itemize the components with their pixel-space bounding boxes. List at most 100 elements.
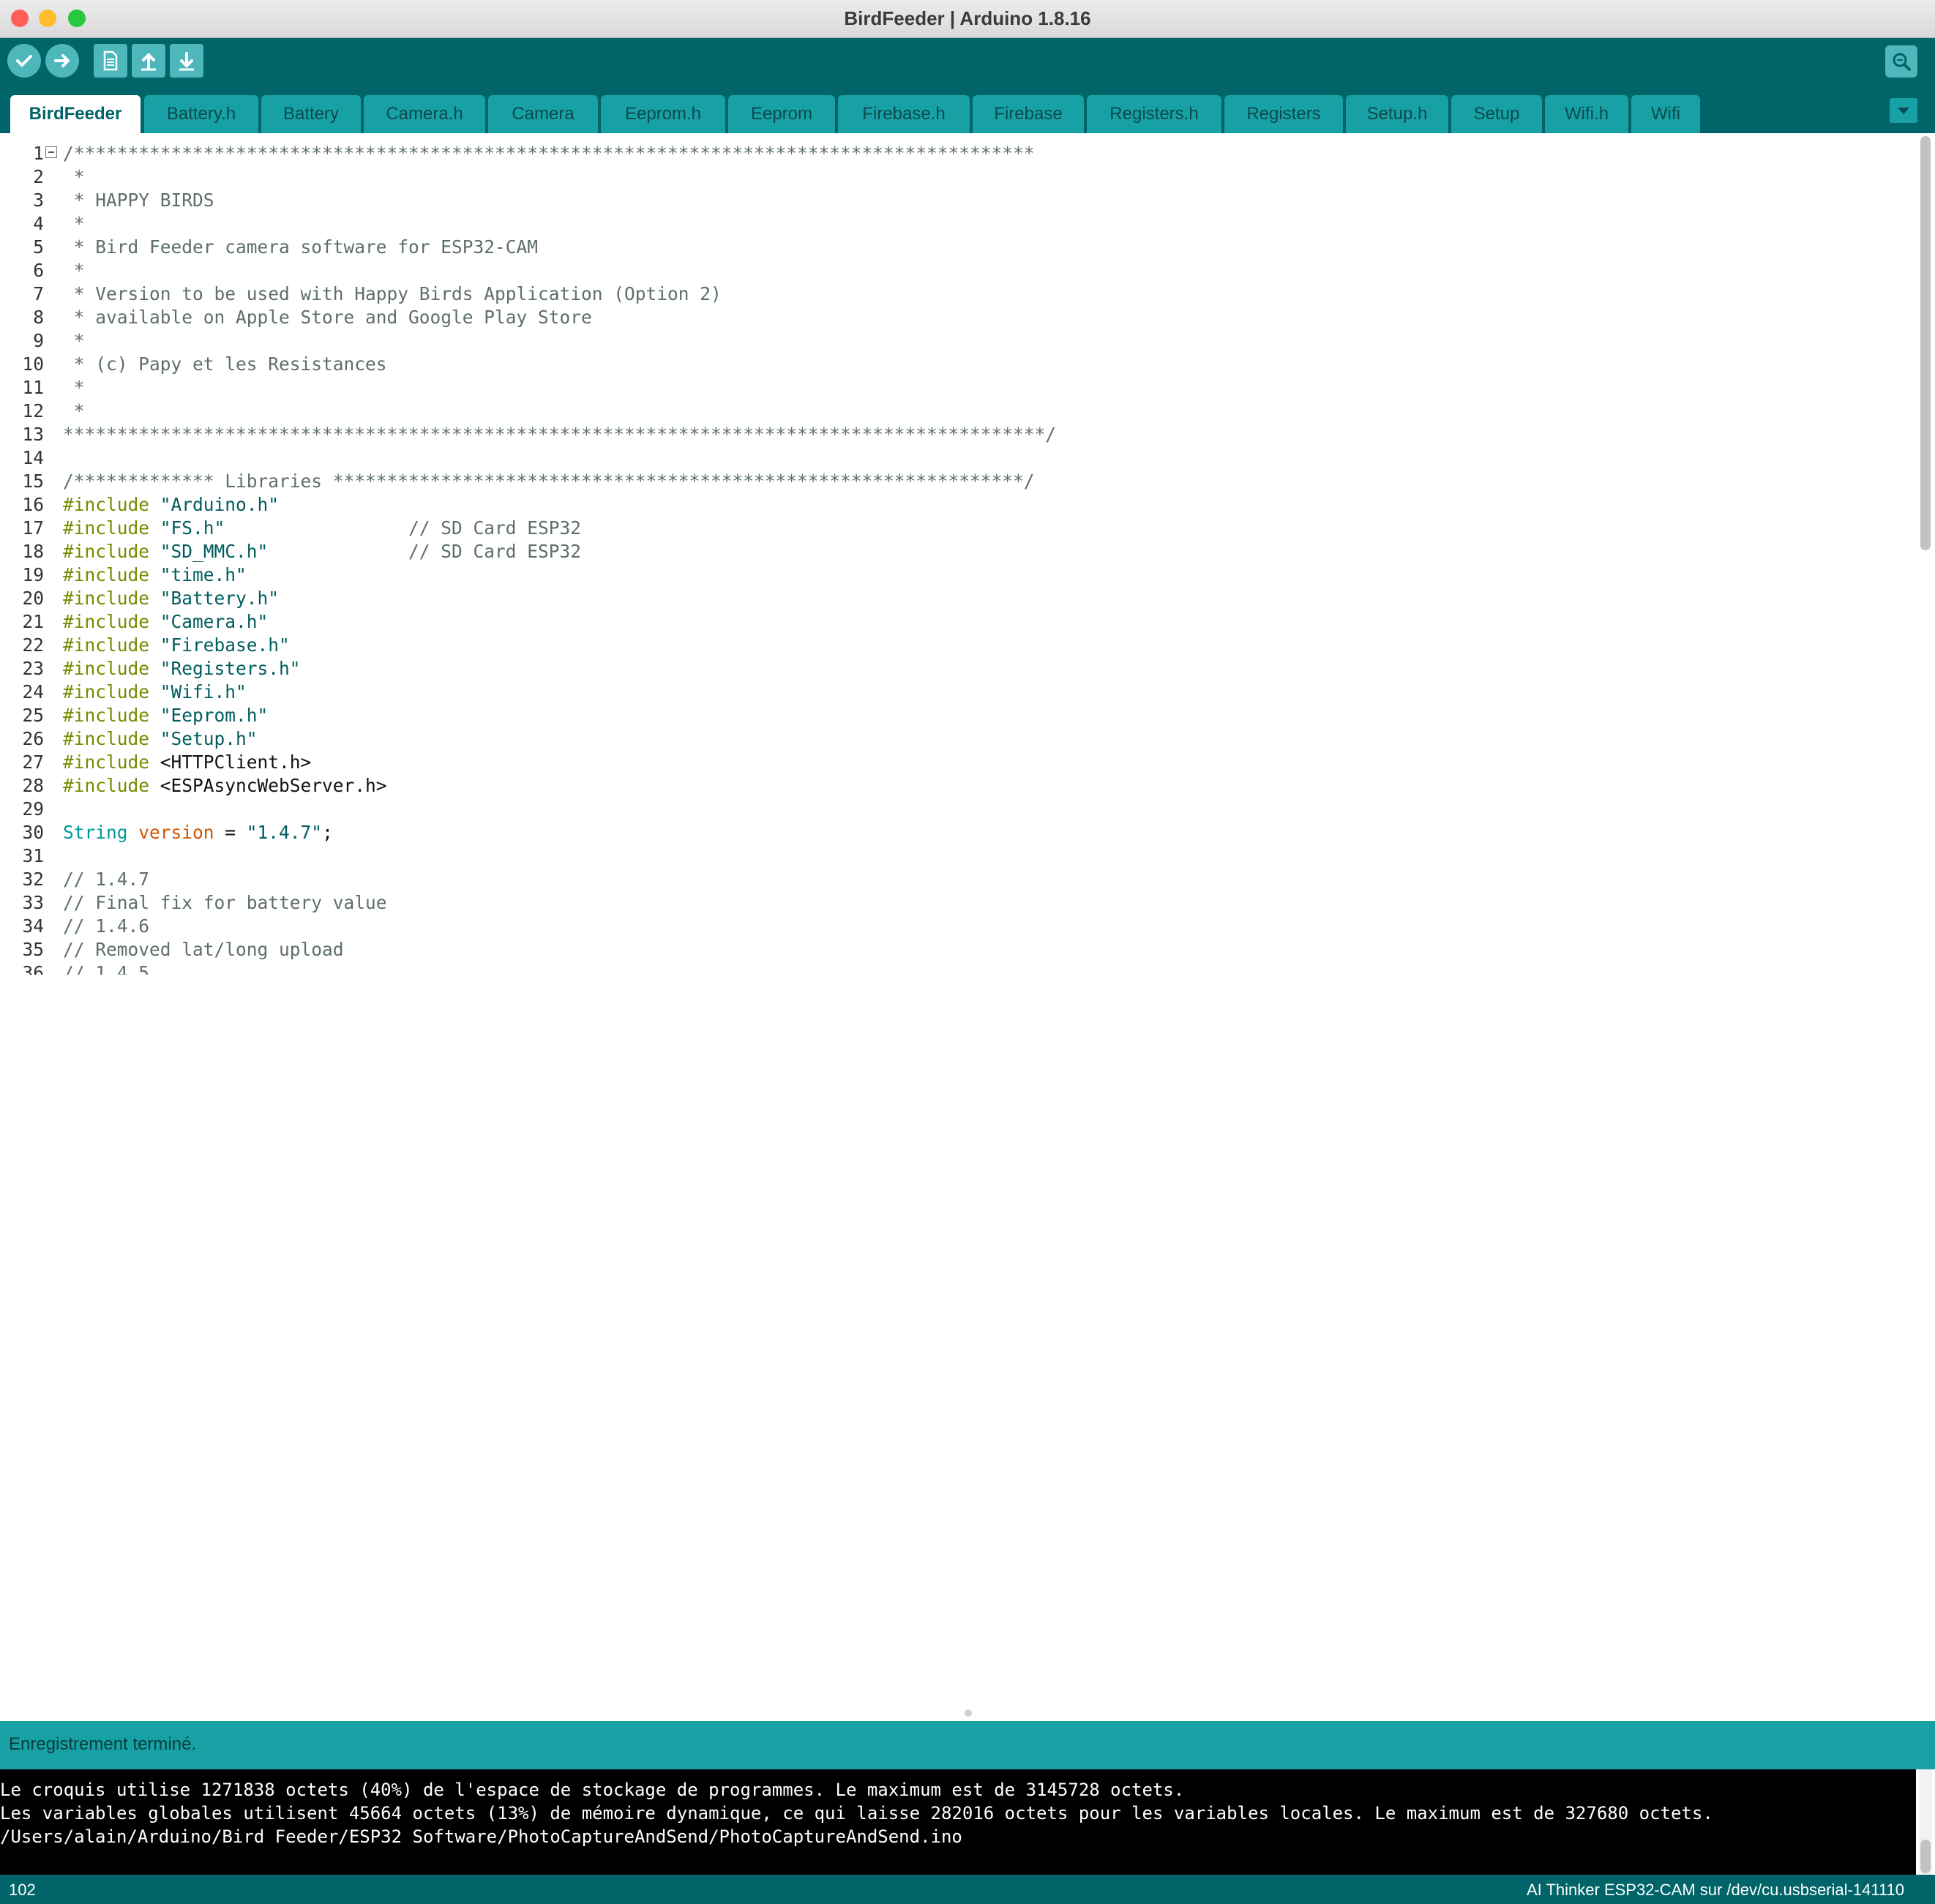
code-line[interactable]: 12 * <box>0 400 1916 423</box>
code-text: #include "time.h" <box>63 563 247 587</box>
line-number: 25 <box>22 705 44 726</box>
code-text: * (c) Papy et les Resistances <box>63 353 387 376</box>
tab-firebase-h[interactable]: Firebase.h <box>838 95 970 133</box>
code-line[interactable]: 6 * <box>0 259 1916 282</box>
verify-button[interactable] <box>7 44 41 78</box>
line-number: 1 <box>33 143 44 164</box>
code-line[interactable]: 16 #include "Arduino.h" <box>0 493 1916 517</box>
code-line[interactable]: 34 // 1.4.6 <box>0 915 1916 938</box>
console-line: Les variables globales utilisent 45664 o… <box>0 1803 1713 1824</box>
code-line[interactable]: 30 String version = "1.4.7"; <box>0 821 1916 844</box>
fold-collapse-icon[interactable] <box>45 146 57 158</box>
code-line[interactable]: 14 <box>0 446 1916 470</box>
tab-battery[interactable]: Battery <box>261 95 361 133</box>
code-text: #include "FS.h" // SD Card ESP32 <box>63 517 581 540</box>
tab-wifi-h[interactable]: Wifi.h <box>1545 95 1628 133</box>
code-line[interactable]: 25 #include "Eeprom.h" <box>0 704 1916 727</box>
tab-birdfeeder[interactable]: BirdFeeder <box>10 95 141 133</box>
code-token: * available on Apple Store and Google Pl… <box>63 307 592 328</box>
tab-setup-h[interactable]: Setup.h <box>1346 95 1448 133</box>
tab-camera[interactable]: Camera <box>488 95 598 133</box>
code-line[interactable]: 8 * available on Apple Store and Google … <box>0 306 1916 329</box>
save-button[interactable] <box>170 44 203 78</box>
tab-setup[interactable]: Setup <box>1451 95 1542 133</box>
code-line[interactable]: 13 **************************************… <box>0 423 1916 446</box>
tab-registers[interactable]: Registers <box>1224 95 1343 133</box>
code-text: #include "Arduino.h" <box>63 493 279 517</box>
code-token: #include <box>63 588 160 609</box>
code-line[interactable]: 2 * <box>0 165 1916 189</box>
console-scrollbar[interactable] <box>1919 1769 1932 1875</box>
code-token: // 1.4.5 <box>63 962 150 975</box>
code-line[interactable]: 31 <box>0 844 1916 868</box>
code-line[interactable]: 24 #include "Wifi.h" <box>0 681 1916 704</box>
tab-eeprom[interactable]: Eeprom <box>728 95 835 133</box>
code-line[interactable]: 9 * <box>0 329 1916 353</box>
code-token: /************* Libraries ***************… <box>63 471 1035 492</box>
code-token: * <box>63 377 85 398</box>
code-token: "SD_MMC.h" <box>160 541 269 562</box>
code-line[interactable]: 35 // Removed lat/long upload <box>0 938 1916 962</box>
code-text: #include "Battery.h" <box>63 587 279 610</box>
code-token: "Registers.h" <box>160 658 301 679</box>
line-number: 33 <box>22 892 44 913</box>
tab-firebase[interactable]: Firebase <box>973 95 1084 133</box>
code-line[interactable]: 19 #include "time.h" <box>0 563 1916 587</box>
code-line[interactable]: 10 * (c) Papy et les Resistances <box>0 353 1916 376</box>
line-number: 20 <box>22 588 44 609</box>
code-line[interactable]: 32 // 1.4.7 <box>0 868 1916 891</box>
toolbar <box>0 38 1935 86</box>
console-scrollbar-thumb[interactable] <box>1920 1840 1931 1873</box>
code-line[interactable]: 18 #include "SD_MMC.h" // SD Card ESP32 <box>0 540 1916 563</box>
tab-menu-button[interactable] <box>1890 98 1917 123</box>
code-line[interactable]: 36 // 1.4.5 <box>0 962 1916 975</box>
pane-splitter-handle[interactable] <box>965 1709 972 1717</box>
line-number: 10 <box>22 353 44 375</box>
tab-eeprom-h[interactable]: Eeprom.h <box>601 95 725 133</box>
code-line[interactable]: 33 // Final fix for battery value <box>0 891 1916 915</box>
code-text: // 1.4.6 <box>63 915 149 938</box>
code-line[interactable]: 21 #include "Camera.h" <box>0 610 1916 634</box>
code-line[interactable]: 4 * <box>0 212 1916 236</box>
code-token: // Final fix for battery value <box>63 892 387 913</box>
tab-bar: BirdFeeder Battery.h Battery Camera.h Ca… <box>0 86 1935 133</box>
code-token: <HTTPClient.h> <box>160 752 312 773</box>
code-line[interactable]: 23 #include "Registers.h" <box>0 657 1916 681</box>
code-token: #include <box>63 681 160 702</box>
serial-monitor-button[interactable] <box>1885 45 1917 78</box>
code-token: = <box>214 822 247 843</box>
code-line[interactable]: 7 * Version to be used with Happy Birds … <box>0 282 1916 306</box>
tab-registers-h[interactable]: Registers.h <box>1087 95 1221 133</box>
code-token: * <box>63 213 85 234</box>
code-line[interactable]: 28 #include <ESPAsyncWebServer.h> <box>0 774 1916 798</box>
line-number: 17 <box>22 517 44 539</box>
tab-camera-h[interactable]: Camera.h <box>364 95 485 133</box>
code-line[interactable]: 3 * HAPPY BIRDS <box>0 189 1916 212</box>
open-button[interactable] <box>132 44 165 78</box>
upload-button[interactable] <box>45 44 79 78</box>
code-token: "Camera.h" <box>160 611 269 632</box>
tab-battery-h[interactable]: Battery.h <box>144 95 258 133</box>
code-token: #include <box>63 564 160 585</box>
code-line[interactable]: 27 #include <HTTPClient.h> <box>0 751 1916 774</box>
code-line[interactable]: 5 * Bird Feeder camera software for ESP3… <box>0 236 1916 259</box>
code-text: #include "Registers.h" <box>63 657 301 681</box>
code-line[interactable]: 15 /************* Libraries *************… <box>0 470 1916 493</box>
code-token: // 1.4.7 <box>63 869 150 890</box>
code-line[interactable]: 26 #include "Setup.h" <box>0 727 1916 751</box>
editor-scrollbar-thumb[interactable] <box>1920 136 1931 550</box>
code-line[interactable]: 1 /**************************************… <box>0 142 1916 165</box>
code-line[interactable]: 22 #include "Firebase.h" <box>0 634 1916 657</box>
editor-scrollbar[interactable] <box>1919 133 1932 975</box>
tab-wifi[interactable]: Wifi <box>1631 95 1700 133</box>
code-token: version <box>138 822 214 843</box>
code-line[interactable]: 20 #include "Battery.h" <box>0 587 1916 610</box>
code-token: #include <box>63 517 160 539</box>
code-editor[interactable]: 1 /**************************************… <box>0 133 1916 975</box>
code-text: * <box>63 400 85 423</box>
new-sketch-button[interactable] <box>94 44 127 78</box>
code-line[interactable]: 17 #include "FS.h" // SD Card ESP32 <box>0 517 1916 540</box>
code-line[interactable]: 29 <box>0 798 1916 821</box>
code-line[interactable]: 11 * <box>0 376 1916 400</box>
code-text: #include "Setup.h" <box>63 727 258 751</box>
